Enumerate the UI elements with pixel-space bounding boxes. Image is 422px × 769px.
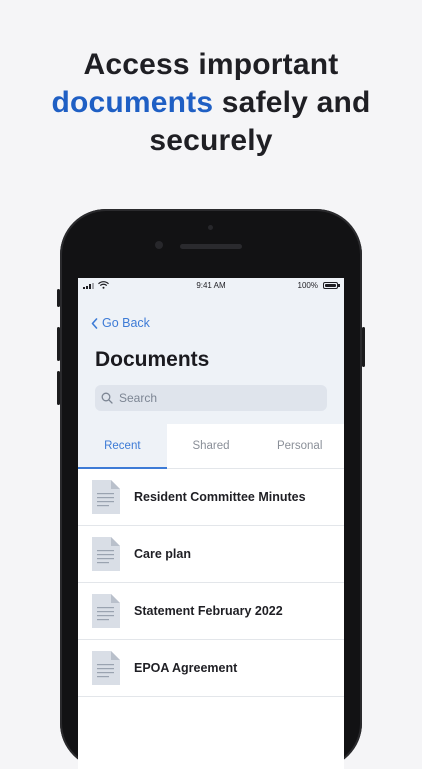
back-button[interactable]: Go Back: [91, 316, 150, 330]
page-title: Documents: [95, 348, 210, 371]
search-icon: [101, 392, 113, 404]
battery-tip: [338, 284, 340, 287]
tab-recent[interactable]: Recent: [78, 424, 167, 469]
battery-icon: [323, 282, 338, 289]
document-name: Care plan: [134, 547, 191, 561]
search-bar[interactable]: [95, 385, 327, 411]
document-name: Statement February 2022: [134, 604, 283, 618]
power-button: [362, 327, 365, 367]
headline-line-2: documents safely and: [0, 84, 422, 122]
mute-switch: [57, 289, 60, 307]
marketing-headline: Access important documents safely and se…: [0, 46, 422, 160]
list-item[interactable]: Resident Committee Minutes: [78, 469, 344, 526]
document-name: Resident Committee Minutes: [134, 490, 306, 504]
volume-up-button: [57, 327, 60, 361]
list-item[interactable]: Statement February 2022: [78, 583, 344, 640]
document-icon: [92, 480, 120, 514]
document-list: Resident Committee Minutes Care plan Sta…: [78, 469, 344, 697]
status-bar: 9:41 AM 100%: [78, 278, 344, 294]
document-icon: [92, 651, 120, 685]
header-area: 9:41 AM 100% Go Back Documents: [78, 278, 344, 424]
back-label: Go Back: [102, 316, 150, 330]
phone-frame: 9:41 AM 100% Go Back Documents Search Re…: [57, 209, 365, 769]
proximity-sensor: [208, 225, 213, 230]
app-screen: 9:41 AM 100% Go Back Documents Search Re…: [78, 278, 344, 769]
document-name: EPOA Agreement: [134, 661, 238, 675]
tab-shared[interactable]: Shared: [167, 424, 256, 468]
headline-accent-word: documents: [51, 86, 214, 119]
earpiece-speaker: [180, 244, 242, 249]
headline-line-1: Access important: [83, 48, 339, 81]
document-icon: [92, 537, 120, 571]
headline-line-2-rest: safely and: [213, 86, 371, 119]
chevron-left-icon: [91, 317, 98, 329]
battery-percentage: 100%: [297, 281, 318, 290]
front-camera: [155, 241, 163, 249]
volume-down-button: [57, 371, 60, 405]
document-tabs: Recent Shared Personal: [78, 424, 344, 469]
document-icon: [92, 594, 120, 628]
list-item[interactable]: Care plan: [78, 526, 344, 583]
search-input[interactable]: [117, 390, 321, 406]
list-item[interactable]: EPOA Agreement: [78, 640, 344, 697]
headline-line-3: securely: [149, 124, 273, 157]
tab-personal[interactable]: Personal: [255, 424, 344, 468]
